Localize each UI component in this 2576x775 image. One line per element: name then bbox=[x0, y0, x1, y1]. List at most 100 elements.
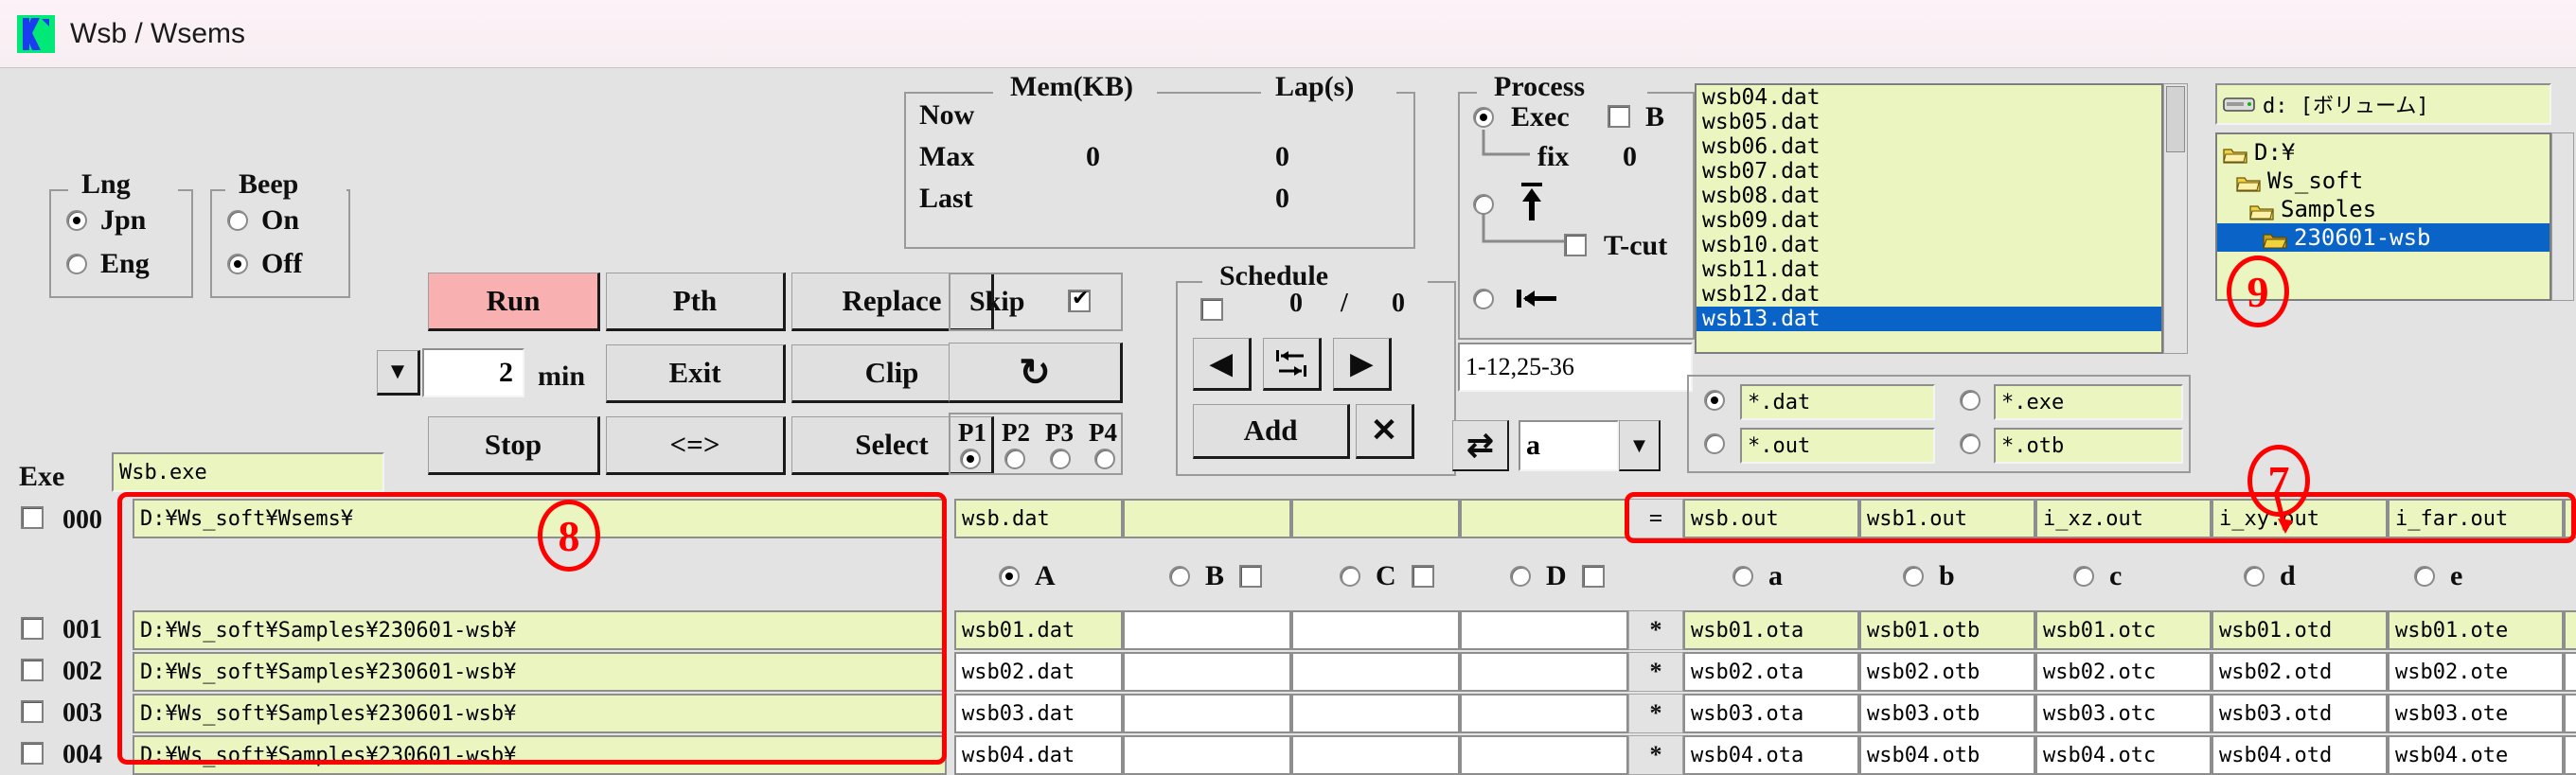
radio-sub-b[interactable] bbox=[1903, 566, 1924, 587]
row-output-004-3[interactable]: wsb04.otd bbox=[2212, 735, 2388, 775]
radio-mode-a[interactable] bbox=[999, 566, 1020, 587]
sub-mode-option-d[interactable]: d bbox=[2244, 560, 2296, 592]
row-output-000-5[interactable] bbox=[2564, 499, 2576, 538]
process-b-checkbox[interactable] bbox=[1608, 105, 1630, 128]
exe-field[interactable]: Wsb.exe bbox=[112, 452, 384, 492]
row-output-000-2[interactable]: i_xz.out bbox=[2035, 499, 2212, 538]
row-output-001-0[interactable]: wsb01.ota bbox=[1683, 610, 1859, 650]
radio-beep-off[interactable] bbox=[227, 254, 248, 274]
schedule-checkbox[interactable] bbox=[1200, 298, 1223, 321]
radio-process-home[interactable] bbox=[1473, 289, 1494, 309]
radio-p3[interactable] bbox=[1049, 449, 1071, 469]
lng-option-eng[interactable]: Eng bbox=[66, 248, 150, 280]
row-output-004-5[interactable] bbox=[2564, 735, 2576, 775]
radio-eng[interactable] bbox=[66, 254, 87, 274]
radio-sub-a[interactable] bbox=[1732, 566, 1753, 587]
row-input-004[interactable]: wsb04.dat bbox=[954, 735, 1123, 775]
row-extra-002-1[interactable] bbox=[1123, 652, 1291, 692]
list-item[interactable]: wsb04.dat bbox=[1697, 85, 2161, 110]
row-extra-000-3[interactable] bbox=[1460, 499, 1628, 538]
mode-option-b[interactable]: B bbox=[1169, 560, 1263, 592]
mode-option-a[interactable]: A bbox=[999, 560, 1056, 592]
radio-p4[interactable] bbox=[1093, 449, 1115, 469]
row-extra-004-3[interactable] bbox=[1460, 735, 1628, 775]
radio-filter-exe[interactable] bbox=[1960, 390, 1981, 411]
sub-mode-option-e[interactable]: e bbox=[2414, 560, 2462, 592]
tree-item-root[interactable]: D:¥ bbox=[2217, 138, 2549, 167]
swap-combo-dropdown-button[interactable]: ▼ bbox=[1619, 420, 1661, 471]
filter-field-otb[interactable]: *.otb bbox=[1994, 428, 2183, 464]
row-output-002-5[interactable] bbox=[2564, 652, 2576, 692]
radio-filter-out[interactable] bbox=[1704, 433, 1725, 454]
radio-sub-e[interactable] bbox=[2414, 566, 2435, 587]
row-checkbox-000[interactable] bbox=[21, 506, 44, 529]
row-output-002-3[interactable]: wsb02.otd bbox=[2212, 652, 2388, 692]
swap-direction-button[interactable]: ⇄ bbox=[1452, 420, 1509, 471]
list-item[interactable]: wsb11.dat bbox=[1697, 257, 2161, 282]
schedule-add-button[interactable]: Add bbox=[1193, 404, 1350, 459]
row-output-003-5[interactable] bbox=[2564, 694, 2576, 733]
file-list-scrollbar[interactable] bbox=[2163, 83, 2188, 354]
row-output-001-3[interactable]: wsb01.otd bbox=[2212, 610, 2388, 650]
row-extra-001-2[interactable] bbox=[1291, 610, 1460, 650]
beep-option-off[interactable]: Off bbox=[227, 248, 302, 280]
timer-value-field[interactable]: 2 bbox=[422, 348, 524, 397]
list-item[interactable]: wsb10.dat bbox=[1697, 233, 2161, 257]
row-output-001-2[interactable]: wsb01.otc bbox=[2035, 610, 2212, 650]
sub-mode-option-a[interactable]: a bbox=[1732, 560, 1783, 592]
radio-p1[interactable] bbox=[960, 449, 981, 469]
row-input-002[interactable]: wsb02.dat bbox=[954, 652, 1123, 692]
row-extra-003-3[interactable] bbox=[1460, 694, 1628, 733]
row-output-002-1[interactable]: wsb02.otb bbox=[1859, 652, 2035, 692]
sub-mode-option-b[interactable]: b bbox=[1903, 560, 1955, 592]
swap-button[interactable]: <=> bbox=[606, 416, 786, 475]
folder-tree-scrollbar[interactable] bbox=[2551, 132, 2574, 301]
timer-dropdown-button[interactable]: ▼ bbox=[377, 350, 420, 396]
row-output-003-3[interactable]: wsb03.otd bbox=[2212, 694, 2388, 733]
row-output-002-4[interactable]: wsb02.ote bbox=[2388, 652, 2564, 692]
list-item[interactable]: wsb09.dat bbox=[1697, 208, 2161, 233]
radio-process-exec[interactable] bbox=[1473, 107, 1494, 128]
row-extra-001-3[interactable] bbox=[1460, 610, 1628, 650]
row-checkbox-004[interactable] bbox=[21, 742, 44, 765]
list-item[interactable]: wsb12.dat bbox=[1697, 282, 2161, 307]
row-path-002[interactable]: D:¥Ws_soft¥Samples¥230601-wsb¥ bbox=[133, 652, 947, 692]
row-output-004-1[interactable]: wsb04.otb bbox=[1859, 735, 2035, 775]
lng-option-jpn[interactable]: Jpn bbox=[66, 204, 146, 237]
row-extra-002-3[interactable] bbox=[1460, 652, 1628, 692]
row-output-004-4[interactable]: wsb04.ote bbox=[2388, 735, 2564, 775]
row-extra-001-1[interactable] bbox=[1123, 610, 1291, 650]
row-output-000-0[interactable]: wsb.out bbox=[1683, 499, 1859, 538]
row-extra-003-1[interactable] bbox=[1123, 694, 1291, 733]
row-path-001[interactable]: D:¥Ws_soft¥Samples¥230601-wsb¥ bbox=[133, 610, 947, 650]
schedule-swap-rows-button[interactable] bbox=[1263, 338, 1322, 391]
mode-option-c[interactable]: C bbox=[1340, 560, 1434, 592]
beep-option-on[interactable]: On bbox=[227, 204, 299, 237]
file-listbox[interactable]: wsb04.dat wsb05.dat wsb06.dat wsb07.dat … bbox=[1695, 83, 2163, 354]
row-extra-002-2[interactable] bbox=[1291, 652, 1460, 692]
mode-option-d[interactable]: D bbox=[1510, 560, 1605, 592]
list-item[interactable]: wsb05.dat bbox=[1697, 110, 2161, 134]
file-list-scroll-thumb[interactable] bbox=[2166, 86, 2185, 152]
row-checkbox-003[interactable] bbox=[21, 700, 44, 723]
row-extra-004-1[interactable] bbox=[1123, 735, 1291, 775]
row-output-001-5[interactable] bbox=[2564, 610, 2576, 650]
tree-item-ws-soft[interactable]: Ws_soft bbox=[2217, 167, 2549, 195]
row-input-003[interactable]: wsb03.dat bbox=[954, 694, 1123, 733]
radio-filter-dat[interactable] bbox=[1704, 390, 1725, 411]
row-path-004[interactable]: D:¥Ws_soft¥Samples¥230601-wsb¥ bbox=[133, 735, 947, 775]
row-output-002-0[interactable]: wsb02.ota bbox=[1683, 652, 1859, 692]
row-output-003-0[interactable]: wsb03.ota bbox=[1683, 694, 1859, 733]
tree-item-230601-wsb[interactable]: 230601-wsb bbox=[2217, 223, 2549, 252]
sub-mode-option-c[interactable]: c bbox=[2073, 560, 2122, 592]
row-path-003[interactable]: D:¥Ws_soft¥Samples¥230601-wsb¥ bbox=[133, 694, 947, 733]
filter-field-out[interactable]: *.out bbox=[1740, 428, 1935, 464]
checkbox-mode-c[interactable] bbox=[1411, 565, 1434, 588]
radio-mode-c[interactable] bbox=[1340, 566, 1360, 587]
row-input-000[interactable]: wsb.dat bbox=[954, 499, 1123, 538]
refresh-button[interactable]: ↻ bbox=[949, 343, 1123, 403]
radio-mode-b[interactable] bbox=[1169, 566, 1190, 587]
stop-button[interactable]: Stop bbox=[428, 416, 600, 475]
row-extra-000-1[interactable] bbox=[1123, 499, 1291, 538]
row-output-003-2[interactable]: wsb03.otc bbox=[2035, 694, 2212, 733]
